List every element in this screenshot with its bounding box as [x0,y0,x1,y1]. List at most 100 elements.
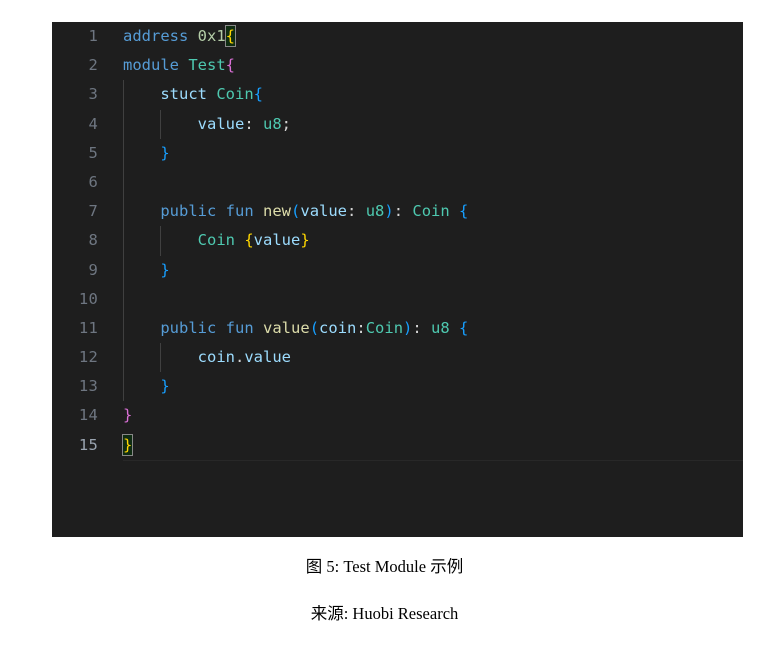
code-line-4[interactable]: 4 value: u8; [52,109,743,139]
code-line-content[interactable]: } [121,431,743,461]
code-line-content[interactable]: } [123,401,743,430]
token-paren-close-blue: ) [403,318,413,337]
token-keyword-public: public [160,318,217,337]
line-number: 7 [88,202,98,221]
token-type-coin: Coin [216,85,254,104]
token-type-u8: u8 [431,318,450,337]
token-param-coin: coin [319,318,357,337]
line-number: 8 [88,231,98,250]
line-number: 14 [78,406,98,425]
code-line-2[interactable]: 2 module Test{ [52,51,743,80]
code-line-content[interactable]: Coin {value} [123,226,743,255]
line-number: 12 [78,348,98,367]
code-line-content[interactable]: public fun value(coin:Coin): u8 { [123,314,743,343]
code-line-11[interactable]: 11 public fun value(coin:Coin): u8 { [52,313,743,344]
token-param-value: value [300,202,348,221]
token-type-u8: u8 [365,202,385,221]
token-brace-open-blue: { [449,202,469,221]
line-number: 5 [88,143,98,162]
token-keyword-stuct: stuct [160,85,207,104]
token-type-coin: Coin [365,318,404,337]
token-keyword-fun: fun [225,202,254,221]
code-line-content[interactable]: public fun new(value: u8): Coin { [123,197,743,226]
token-field-value: value [253,231,301,250]
token-keyword-fun: fun [225,318,254,337]
code-line-content[interactable]: stuct Coin{ [123,80,743,109]
line-number: 10 [78,289,98,308]
code-line-15[interactable]: 15 } [52,431,743,461]
token-brace-close-blue: } [160,377,170,396]
code-line-5[interactable]: 5 } [52,138,743,168]
line-number: 3 [88,85,98,104]
token-brace-open-magenta: { [225,56,236,75]
code-line-content[interactable]: } [123,139,743,168]
token-brace-close-magenta: } [123,406,133,425]
token-keyword-public: public [160,202,217,221]
code-line-14[interactable]: 14 } [52,401,743,430]
code-line-content[interactable]: } [123,372,743,401]
token-colon: : [356,318,366,337]
token-brace-close-yellow: } [300,231,310,250]
line-number: 2 [88,56,98,75]
code-line-3[interactable]: 3 stuct Coin{ [52,80,743,110]
code-editor[interactable]: 1 address 0x1{ 2 module Test{ 3 stuct Co… [52,22,743,537]
line-number: 13 [78,377,98,396]
token-type-coin: Coin [197,231,235,250]
code-line-content[interactable]: coin.value [123,343,743,372]
code-line-content[interactable]: address 0x1{ [123,22,743,51]
token-brace-open-yellow: { [224,25,237,47]
line-number: 9 [88,260,98,279]
token-paren-open-blue: ( [309,318,320,337]
token-brace-close-blue: } [160,260,170,279]
code-line-8[interactable]: 8 Coin {value} [52,226,743,256]
token-function-value: value [263,318,310,337]
token-type-test: Test [188,56,226,75]
token-keyword-address: address [123,27,189,45]
code-line-7[interactable]: 7 public fun new(value: u8): Coin { [52,197,743,227]
token-semicolon: ; [281,114,292,133]
token-dot: . [234,348,245,367]
token-brace-open-blue: { [449,318,469,337]
line-number: 6 [88,172,98,191]
figure-block: 1 address 0x1{ 2 module Test{ 3 stuct Co… [0,0,769,657]
code-line-content[interactable] [123,168,743,197]
code-line-12[interactable]: 12 coin.value [52,343,743,373]
code-line-content[interactable] [123,285,743,314]
token-return-colon: : [393,202,413,221]
token-return-colon: : [412,318,432,337]
code-line-9[interactable]: 9 } [52,255,743,285]
token-variable-coin: coin [197,348,235,367]
code-line-content[interactable]: module Test{ [123,51,743,80]
token-type-u8: u8 [263,114,282,133]
code-line-10[interactable]: 10 [52,284,743,314]
token-colon: : [347,202,366,221]
code-line-content[interactable]: value: u8; [123,110,743,139]
line-number: 4 [88,114,98,133]
code-line-content[interactable]: } [123,256,743,285]
token-return-type-coin: Coin [412,202,450,221]
token-brace-open-yellow: { [244,231,254,250]
code-line-1[interactable]: 1 address 0x1{ [52,22,743,51]
token-paren-open-blue: ( [291,202,301,221]
token-paren-close-blue: ) [384,202,394,221]
token-brace-close-yellow: } [121,433,134,456]
code-line-6[interactable]: 6 [52,167,743,198]
source-caption: 来源: Huobi Research [310,604,459,623]
token-property-value: value [244,348,291,367]
code-line-13[interactable]: 13 } [52,372,743,402]
token-function-new: new [263,202,292,221]
figure-caption: 图 5: Test Module 示例 [305,557,464,576]
